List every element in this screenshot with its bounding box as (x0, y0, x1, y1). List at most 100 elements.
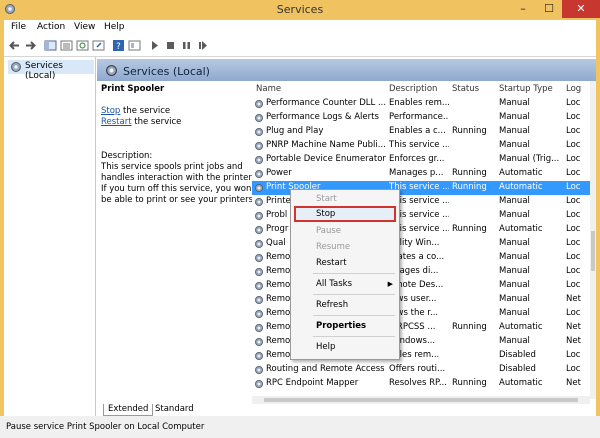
restart-service-link[interactable]: Restart (101, 117, 132, 127)
back-arrow-icon[interactable] (8, 39, 21, 52)
gear-icon (254, 155, 264, 165)
context-menu-refresh[interactable]: Refresh (316, 300, 348, 310)
description-text: This service spools print jobs and (101, 162, 243, 172)
gear-icon (254, 169, 264, 179)
gear-icon (254, 197, 264, 207)
close-button[interactable]: ✕ (562, 0, 600, 18)
service-startup-cell: Manual (499, 210, 530, 220)
table-row[interactable]: PNRP Machine Name Publi... This service .… (252, 139, 590, 153)
stop-service-link[interactable]: Stop (101, 106, 120, 116)
table-row[interactable]: Performance Logs & Alerts Performance... M… (252, 111, 590, 125)
context-menu-properties[interactable]: Properties (316, 321, 366, 331)
gear-icon (254, 183, 264, 193)
stop-service-icon[interactable] (164, 39, 177, 52)
service-name-cell: Power (266, 168, 292, 178)
status-text: Pause service Print Spooler on Local Com… (6, 422, 205, 432)
gear-icon (254, 113, 264, 123)
service-startup-cell: Automatic (499, 168, 543, 178)
table-row[interactable]: Performance Counter DLL ... Enables rem..… (252, 97, 590, 111)
service-startup-cell: Manual (499, 308, 530, 318)
table-row[interactable]: Portable Device Enumerator... Enforces gr… (252, 153, 590, 167)
service-logon-cell: Net (566, 322, 581, 332)
gear-icon (254, 253, 264, 263)
table-row[interactable]: Power Manages p... Running Automatic Loc (252, 167, 590, 181)
gear-icon (254, 225, 264, 235)
service-startup-cell: Manual (499, 140, 530, 150)
service-name-cell: Plug and Play (266, 126, 324, 136)
vertical-scrollbar[interactable] (590, 81, 596, 399)
service-startup-cell: Manual (499, 238, 530, 248)
table-row[interactable]: Plug and Play Enables a c... Running Manual… (252, 125, 590, 139)
properties-icon[interactable] (128, 39, 141, 52)
gear-icon (254, 379, 264, 389)
service-status-cell: Running (452, 224, 487, 234)
tree-item-label: Services (Local) (25, 61, 63, 81)
console-tree: Services (Local) (4, 57, 96, 416)
service-logon-cell: Loc (566, 266, 581, 276)
forward-arrow-icon[interactable] (24, 39, 37, 52)
tab-extended[interactable]: Extended (103, 404, 154, 416)
service-startup-cell: Manual (499, 266, 530, 276)
menu-file[interactable]: File (11, 22, 26, 32)
column-header-startup-type[interactable]: Startup Type (499, 81, 553, 97)
list-view-icon[interactable] (60, 39, 73, 52)
gear-icon (254, 141, 264, 151)
service-logon-cell: Loc (566, 182, 581, 192)
service-logon-cell: Loc (566, 224, 581, 234)
help-icon[interactable]: ? (112, 39, 125, 52)
context-menu-pause[interactable]: Pause (316, 226, 341, 236)
horizontal-scroll-thumb[interactable] (264, 398, 578, 402)
tab-standard[interactable]: Standard (151, 404, 198, 415)
description-label: Description: (101, 151, 153, 161)
show-hide-console-tree-icon[interactable] (44, 39, 57, 52)
stop-line: Stop the service (101, 106, 171, 116)
service-startup-cell: Automatic (499, 378, 543, 388)
restart-service-icon[interactable] (196, 39, 209, 52)
start-service-icon[interactable] (148, 39, 161, 52)
service-startup-cell: Manual (499, 336, 530, 346)
context-menu: Start Stop Pause Resume Restart All Task… (290, 189, 400, 360)
refresh-icon[interactable] (76, 39, 89, 52)
service-logon-cell: Loc (566, 196, 581, 206)
menu-action[interactable]: Action (37, 22, 65, 32)
context-menu-help[interactable]: Help (316, 342, 335, 352)
menu-help[interactable]: Help (104, 22, 125, 32)
gear-icon (254, 351, 264, 361)
context-menu-stop[interactable]: Stop (316, 209, 335, 219)
service-description-cell: Offers routi... (389, 364, 446, 374)
pause-service-icon[interactable] (180, 39, 193, 52)
toolbar: ? (4, 36, 596, 57)
service-logon-cell: Net (566, 294, 581, 304)
restart-line: Restart the service (101, 117, 182, 127)
service-startup-cell: Manual (499, 98, 530, 108)
service-description-cell: Enables a c... (389, 126, 446, 136)
title-bar[interactable]: Services – ☐ ✕ (0, 0, 600, 20)
status-bar: Pause service Print Spooler on Local Com… (0, 416, 600, 438)
gear-icon (11, 62, 21, 72)
horizontal-scrollbar[interactable] (252, 396, 590, 404)
context-menu-all-tasks[interactable]: All Tasks (316, 279, 352, 289)
table-row[interactable]: Routing and Remote Access Offers routi...… (252, 363, 590, 377)
gear-icon (254, 337, 264, 347)
menu-view[interactable]: View (74, 22, 95, 32)
export-list-icon[interactable] (92, 39, 105, 52)
service-logon-cell: Loc (566, 98, 581, 108)
minimize-button[interactable]: – (510, 0, 536, 18)
column-header-name[interactable]: Name (256, 81, 281, 97)
column-header-description[interactable]: Description (389, 81, 437, 97)
maximize-button[interactable]: ☐ (536, 0, 562, 18)
context-menu-resume[interactable]: Resume (316, 242, 350, 252)
pane-header: Services (Local) (97, 59, 596, 81)
service-logon-cell: Loc (566, 154, 581, 164)
tree-item-services-local[interactable]: Services (Local) (8, 60, 94, 81)
vertical-scroll-thumb[interactable] (591, 231, 595, 271)
service-logon-cell: Loc (566, 168, 581, 178)
context-menu-start[interactable]: Start (316, 194, 337, 204)
service-logon-cell: Loc (566, 350, 581, 360)
table-row[interactable]: RPC Endpoint Mapper Resolves RP... Running… (252, 377, 590, 391)
context-menu-restart[interactable]: Restart (316, 258, 347, 268)
services-window: Services – ☐ ✕ File Action View Help ? S… (0, 0, 600, 438)
column-header-status[interactable]: Status (452, 81, 479, 97)
service-startup-cell: Manual (499, 112, 530, 122)
column-header-log-on-as[interactable]: Log (566, 81, 581, 97)
